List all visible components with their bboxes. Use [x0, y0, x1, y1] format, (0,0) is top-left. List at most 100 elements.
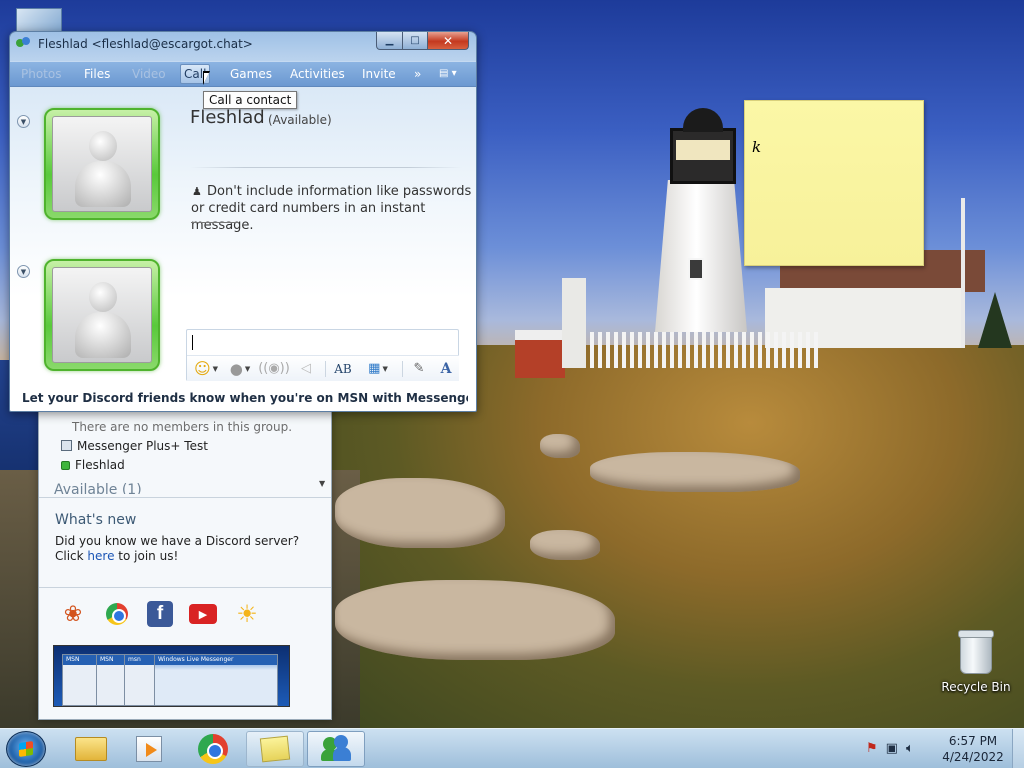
- handwriting-icon[interactable]: ✎: [407, 359, 431, 379]
- lighthouse: [655, 180, 747, 332]
- voice-clip-icon[interactable]: ◁: [293, 359, 319, 379]
- menu-bar: Photos Files Video Call Games Activities…: [10, 61, 476, 87]
- toolbar-separator: [402, 360, 403, 377]
- wallpaper-rock: [335, 478, 505, 548]
- emoticon-icon[interactable]: ☺ ▼: [191, 359, 221, 379]
- chrome-icon: [198, 734, 228, 764]
- youtube-icon[interactable]: ▶: [189, 604, 217, 624]
- whats-new-text: Did you know we have a Discord server? C…: [55, 534, 325, 564]
- news-text-after: to join us!: [118, 549, 179, 563]
- backgrounds-icon[interactable]: ▦ ▼: [360, 359, 396, 379]
- nudge-icon[interactable]: ((◉)): [258, 359, 290, 379]
- divider: [191, 222, 239, 223]
- menu-photos[interactable]: Photos: [21, 67, 61, 81]
- divider: [39, 497, 331, 498]
- minimize-button[interactable]: ▁: [376, 32, 403, 50]
- taskbar-explorer[interactable]: [62, 731, 120, 767]
- whats-new-title: What's new: [55, 512, 137, 528]
- wallpaper-rock: [335, 580, 615, 660]
- title-bar[interactable]: Fleshlad <fleshlad@escargot.chat> ▁ □ ✕: [10, 32, 476, 56]
- wallpaper-rock: [590, 452, 800, 492]
- menu-files[interactable]: Files: [84, 67, 110, 81]
- start-button[interactable]: [6, 731, 46, 767]
- warning-person-icon: ♟: [192, 185, 202, 198]
- wallpaper-flagpole: [961, 198, 965, 348]
- chrome-icon[interactable]: [106, 603, 128, 625]
- divider: [39, 587, 331, 588]
- contact-avatar[interactable]: [44, 108, 160, 220]
- wallpaper-rock: [530, 530, 600, 560]
- wallpaper-rock: [540, 434, 580, 458]
- taskbar-messenger[interactable]: [307, 731, 365, 767]
- formatting-toolbar: ☺ ▼ ● ▼ ((◉)) ◁ AB ▦ ▼ ✎ A: [187, 355, 459, 381]
- contact-name: Messenger Plus+ Test: [77, 439, 208, 453]
- contact-status: (Available): [268, 113, 332, 127]
- action-center-flag-icon[interactable]: ⚑: [866, 741, 878, 756]
- menu-video[interactable]: Video: [132, 67, 166, 81]
- clock[interactable]: 6:57 PM 4/24/2022: [940, 733, 1006, 765]
- group-icon: [61, 440, 72, 451]
- contact-name: Fleshlad: [190, 107, 265, 128]
- advertisement-banner[interactable]: MSN MSN msn Windows Live Messenger: [53, 645, 290, 707]
- system-tray: ⚑ ▣ 🔈︎: [866, 741, 914, 756]
- wallpaper-tree: [978, 292, 1012, 348]
- contact-name: Fleshlad: [75, 458, 125, 472]
- taskbar: ⚑ ▣ 🔈︎ 6:57 PM 4/24/2022: [0, 728, 1024, 768]
- collapse-toggle-icon[interactable]: ▼: [17, 115, 30, 128]
- conversation-window: Fleshlad <fleshlad@escargot.chat> ▁ □ ✕ …: [9, 31, 477, 412]
- text-caret: [192, 335, 193, 350]
- contact-item[interactable]: Messenger Plus+ Test: [61, 439, 208, 453]
- wallpaper-fence: [582, 332, 822, 368]
- status-banner[interactable]: Let your Discord friends know when you'r…: [22, 391, 468, 405]
- recycle-bin[interactable]: Recycle Bin: [940, 628, 1012, 694]
- network-icon[interactable]: ▣: [886, 741, 898, 756]
- msn-butterfly-icon[interactable]: ❀: [59, 601, 87, 627]
- clock-date: 4/24/2022: [942, 750, 1004, 764]
- scroll-down-arrow-icon[interactable]: ▼: [319, 479, 325, 488]
- wink-icon[interactable]: ● ▼: [225, 359, 255, 379]
- font-icon[interactable]: AB: [330, 359, 356, 379]
- wallpaper-chimney: [562, 278, 586, 368]
- show-desktop-button[interactable]: [1012, 729, 1024, 768]
- contact-list-window: There are no members in this group. Mess…: [38, 400, 332, 720]
- divider: [190, 167, 462, 168]
- text-color-icon[interactable]: A: [435, 359, 457, 379]
- weather-sun-icon[interactable]: ☀: [233, 600, 261, 628]
- sticky-note[interactable]: k: [744, 100, 924, 266]
- sticky-notes-icon: [259, 735, 291, 763]
- group-header-available[interactable]: Available (1): [54, 482, 142, 494]
- news-link[interactable]: here: [87, 549, 114, 563]
- services-bar: ❀ f ▶ ☀: [59, 600, 261, 628]
- collapse-toggle-icon[interactable]: ▼: [17, 265, 30, 278]
- clock-time: 6:57 PM: [948, 734, 998, 748]
- contact-item[interactable]: Fleshlad: [61, 458, 125, 472]
- lighthouse-cap: [683, 108, 723, 132]
- menu-more[interactable]: »: [414, 67, 421, 81]
- menu-games[interactable]: Games: [230, 67, 272, 81]
- close-button[interactable]: ✕: [427, 32, 469, 50]
- options-menu-icon[interactable]: ▤ ▾: [439, 68, 457, 79]
- menu-invite[interactable]: Invite: [362, 67, 396, 81]
- messenger-icon: [16, 37, 32, 51]
- lighthouse-glass: [676, 140, 730, 160]
- messenger-icon: [321, 735, 351, 763]
- recycle-bin-label: Recycle Bin: [941, 680, 1011, 694]
- maximize-button[interactable]: □: [402, 32, 428, 50]
- security-warning: Don't include information like passwords…: [191, 184, 472, 233]
- facebook-icon[interactable]: f: [147, 601, 173, 627]
- taskbar-chrome[interactable]: [184, 731, 242, 767]
- menu-activities[interactable]: Activities: [290, 67, 345, 81]
- taskbar-media-player[interactable]: [120, 731, 178, 767]
- volume-icon[interactable]: 🔈︎: [906, 741, 914, 756]
- ad-screenshot-panel: Windows Live Messenger: [154, 654, 278, 706]
- empty-group-message: There are no members in this group.: [72, 420, 293, 434]
- media-player-icon: [136, 736, 162, 762]
- windows-explorer-icon: [75, 737, 107, 761]
- own-avatar[interactable]: [44, 259, 160, 371]
- online-status-icon: [61, 461, 70, 470]
- mouse-cursor-icon: [203, 71, 210, 85]
- wallpaper-shed: [515, 330, 565, 378]
- sticky-note-text[interactable]: k: [752, 138, 761, 156]
- taskbar-sticky-notes[interactable]: [246, 731, 304, 767]
- lighthouse-window: [688, 258, 704, 280]
